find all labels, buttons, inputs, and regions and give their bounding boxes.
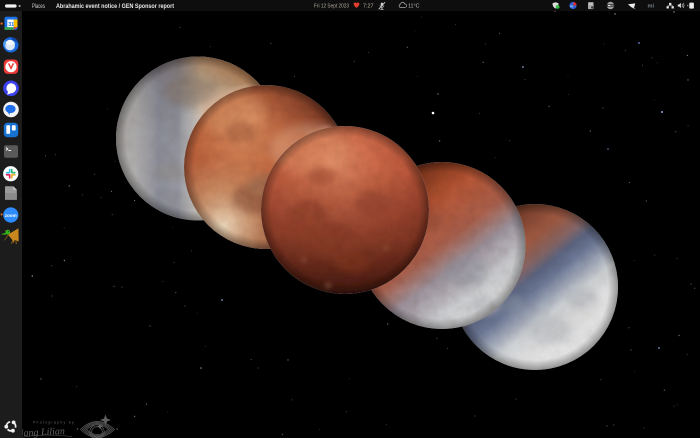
svg-text:11°C: 11°C [408,4,420,10]
svg-text:Photography by: Photography by [33,421,75,425]
svg-text:Abrahamic event notice / GEN S: Abrahamic event notice / GEN Sponsor rep… [56,3,175,10]
svg-text:Nang Lilian: Nang Lilian [16,426,66,438]
svg-text:Fri 12 Sept 2023: Fri 12 Sept 2023 [314,4,349,10]
svg-text:Places: Places [32,3,45,10]
svg-text:zoom: zoom [5,213,17,218]
svg-text:31: 31 [8,22,14,28]
svg-text:7:27: 7:27 [363,4,374,10]
svg-text:mi: mi [648,4,655,10]
